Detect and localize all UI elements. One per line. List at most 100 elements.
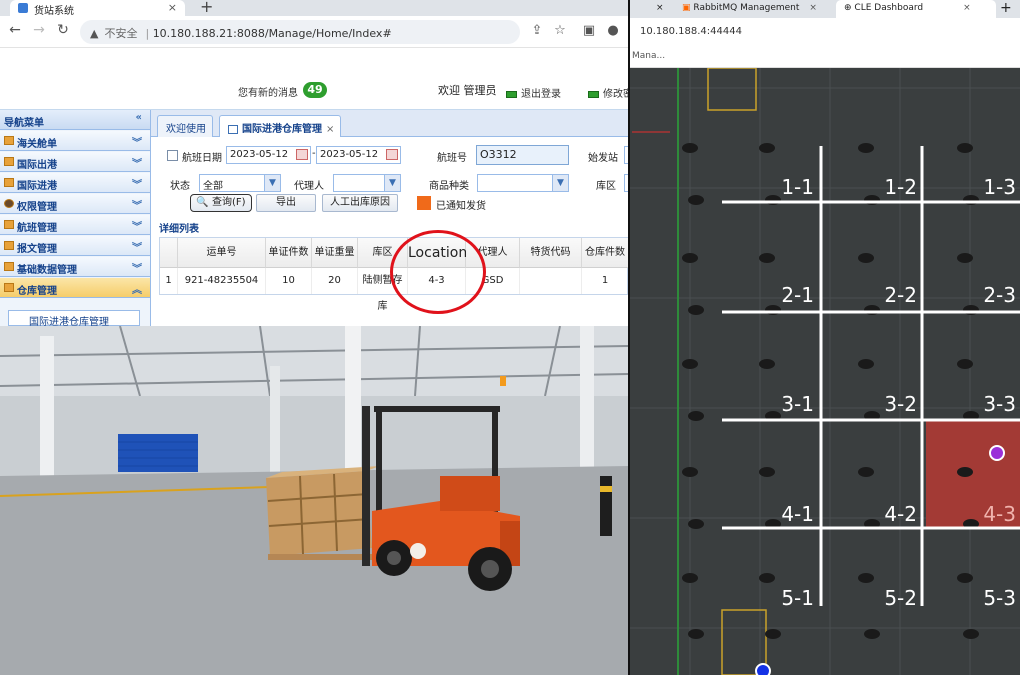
zone-label[interactable]: 4-2 (884, 502, 917, 526)
tab-cle-dashboard[interactable]: ⊕ CLE Dashboard × (836, 0, 996, 18)
zone-label[interactable]: 3-3 (983, 392, 1016, 416)
profile-icon[interactable]: ● (604, 23, 622, 38)
share-icon[interactable]: ⇪ (528, 23, 546, 38)
floor-post-marker (688, 519, 704, 529)
zone-label[interactable]: 2-1 (781, 283, 814, 307)
sidebar-item-customs[interactable]: 海关舱单 ︾ (0, 131, 150, 151)
folder-icon (4, 241, 14, 250)
calendar-icon[interactable] (386, 149, 398, 160)
content-tabs: 欢迎使用 国际进港仓库管理 × (151, 110, 628, 137)
query-button[interactable]: 🔍 查询(F) (190, 194, 252, 212)
message-count-badge[interactable]: 49 (303, 82, 327, 98)
new-tab-icon[interactable]: + (200, 0, 213, 16)
floor-post-marker (682, 359, 698, 369)
globe-icon: ⊕ (844, 3, 852, 13)
status-label: 状态 (170, 181, 190, 192)
url-input[interactable]: ▲ 不安全 | 10.180.188.21:8088/Manage/Home/Ind… (80, 20, 520, 44)
table-header (160, 238, 178, 268)
floor-post-marker (759, 359, 775, 369)
new-messages-label: 您有新的消息 (238, 88, 298, 99)
bookmark-item[interactable]: Mana... (630, 48, 1020, 68)
right-tab-partial[interactable]: × (636, 0, 672, 18)
address-bar: ← → ↻ ▲ 不安全 | 10.180.188.21:8088/Manage/Ho… (0, 16, 628, 48)
tab-rabbitmq[interactable]: ▣ RabbitMQ Management × (678, 0, 832, 18)
right-url-input[interactable]: 10.180.188.4:44444 (630, 18, 1020, 48)
collapse-icon[interactable]: « (136, 112, 142, 123)
zone-label[interactable]: 1-2 (884, 175, 917, 199)
zone-label-highlighted[interactable]: 4-3 (983, 502, 1016, 526)
floor-post-marker (957, 143, 973, 153)
tracked-tag-marker[interactable] (989, 445, 1005, 461)
zone-label[interactable]: 4-1 (781, 502, 814, 526)
sidebar-item-flights[interactable]: 航班管理 ︾ (0, 215, 150, 235)
close-icon[interactable]: × (963, 3, 971, 13)
floor-post-marker (759, 467, 775, 477)
close-icon[interactable]: × (656, 3, 664, 13)
table-header[interactable]: 运单号 (178, 238, 266, 268)
table-cell[interactable]: 20 (312, 268, 358, 294)
zone-label[interactable]: 1-1 (781, 175, 814, 199)
zone-label[interactable]: 5-3 (983, 586, 1016, 610)
anchor-marker[interactable] (755, 663, 771, 675)
table-header[interactable]: 特货代码 (520, 238, 582, 268)
sidebar-item-basic-data[interactable]: 基础数据管理 ︾ (0, 257, 150, 277)
url-text: 10.180.188.21:8088/Manage/Home/Index# (152, 27, 392, 40)
chevron-down-icon: ︾ (132, 159, 142, 170)
zone-label[interactable]: 3-2 (884, 392, 917, 416)
location-highlight-circle (390, 230, 486, 314)
chevron-down-icon: ▼ (264, 175, 280, 191)
zone-label[interactable]: 3-1 (781, 392, 814, 416)
flight-no-input[interactable]: O3312 (476, 145, 569, 165)
reload-icon[interactable]: ↻ (54, 22, 72, 38)
table-cell[interactable]: 1 (582, 268, 628, 294)
right-browser-window: × ▣ RabbitMQ Management × ⊕ CLE Dashboard… (628, 0, 1020, 675)
rabbitmq-icon: ▣ (682, 3, 691, 13)
floor-post-marker (765, 629, 781, 639)
browser-tab-cargo-system[interactable]: 货站系统 × (10, 0, 185, 17)
sidebar-item-intl-export[interactable]: 国际出港 ︾ (0, 152, 150, 172)
date-to-input[interactable]: 2023-05-12 (316, 146, 401, 164)
table-header[interactable]: 仓库件数 (582, 238, 628, 268)
table-cell[interactable] (520, 268, 582, 294)
tab-welcome[interactable]: 欢迎使用 (157, 115, 213, 137)
status-select[interactable]: 全部 ▼ (199, 174, 281, 192)
calendar-icon[interactable] (296, 149, 308, 160)
forward-icon[interactable]: → (30, 22, 48, 38)
flight-date-checkbox[interactable] (167, 150, 178, 161)
floor-post-marker (759, 573, 775, 583)
export-button[interactable]: 导出 (256, 194, 316, 212)
logout-button[interactable]: 退出登录 (506, 85, 561, 100)
table-header[interactable]: 单证件数 (266, 238, 312, 268)
tab-import-warehouse[interactable]: 国际进港仓库管理 × (219, 115, 342, 137)
table-cell[interactable]: 921-48235504 (178, 268, 266, 294)
close-icon[interactable]: × (168, 1, 177, 14)
agent-select[interactable]: ▼ (333, 174, 401, 192)
zone-label[interactable]: 5-1 (781, 586, 814, 610)
sidebar-item-intl-import[interactable]: 国际进港 ︾ (0, 173, 150, 193)
close-icon[interactable]: × (326, 124, 334, 135)
sidepanel-icon[interactable]: ▣ (580, 23, 598, 38)
sidebar-subitem-import-warehouse[interactable]: 国际进港仓库管理 (8, 310, 140, 326)
floor-post-marker (957, 573, 973, 583)
zone-label[interactable]: 1-3 (983, 175, 1016, 199)
back-icon[interactable]: ← (6, 22, 24, 38)
zone-label[interactable]: 5-2 (884, 586, 917, 610)
sidebar-item-warehouse[interactable]: 仓库管理 ︽ (0, 278, 150, 298)
table-header[interactable]: 单证重量 (312, 238, 358, 268)
date-from-input[interactable]: 2023-05-12 (226, 146, 311, 164)
sidebar-item-permissions[interactable]: 权限管理 ︾ (0, 194, 150, 214)
goods-type-select[interactable]: ▼ (477, 174, 569, 192)
close-icon[interactable]: × (809, 3, 817, 13)
chevron-down-icon: ︾ (132, 264, 142, 275)
table-cell: 1 (160, 268, 178, 294)
star-icon[interactable]: ☆ (551, 23, 569, 38)
sidebar-item-messages[interactable]: 报文管理 ︾ (0, 236, 150, 256)
zone-label[interactable]: 2-3 (983, 283, 1016, 307)
new-tab-icon[interactable]: + (1000, 0, 1020, 18)
modify-password-button[interactable]: 修改密 (588, 85, 628, 100)
warehouse-zone-map: 1-1 1-2 1-3 2-1 2-2 2-3 3-1 3-2 3-3 4-1 … (630, 68, 1020, 675)
manual-out-button[interactable]: 人工出库原因 (322, 194, 398, 212)
table-cell[interactable]: 10 (266, 268, 312, 294)
chevron-up-icon: ︽ (132, 285, 142, 296)
zone-label[interactable]: 2-2 (884, 283, 917, 307)
